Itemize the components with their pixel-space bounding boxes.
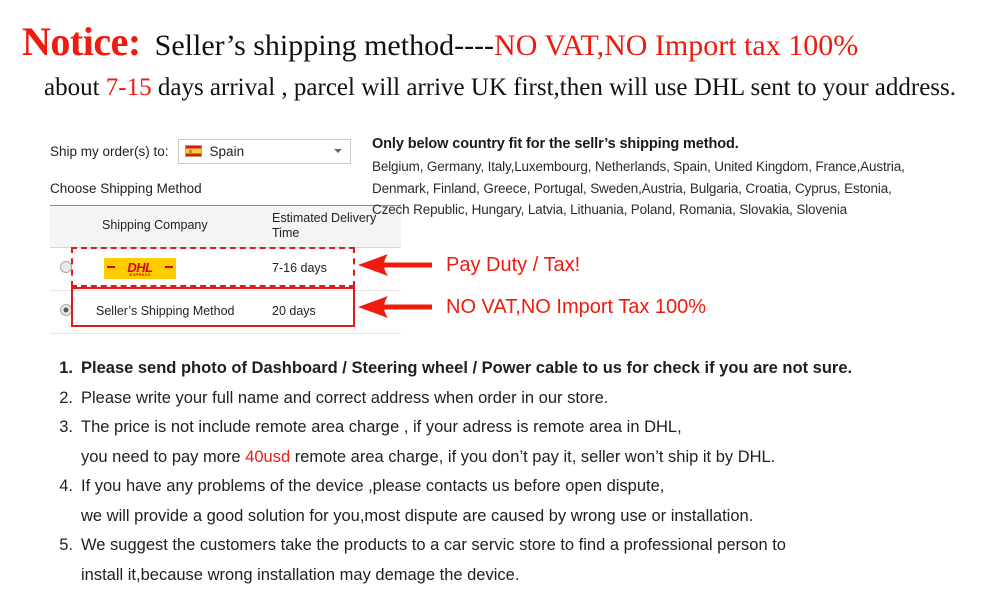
- shipping-widget: Ship my order(s) to: Spain Choose Shippi…: [50, 138, 401, 334]
- note-text: If you have any problems of the device ,…: [81, 478, 975, 524]
- notice-highlight: NO VAT,NO Import tax 100%: [494, 29, 859, 62]
- table-header-row: Shipping Company Estimated Delivery Time: [50, 205, 401, 248]
- left-arrow-icon: [358, 254, 432, 276]
- note-line: If you have any problems of the device ,…: [81, 477, 665, 495]
- shipping-method-table: Shipping Company Estimated Delivery Time…: [50, 205, 401, 334]
- note-number: 2.: [59, 388, 73, 407]
- annotation-text: Pay Duty / Tax!: [446, 254, 581, 276]
- chevron-down-icon[interactable]: [333, 149, 342, 153]
- dhl-bar-left: [107, 266, 115, 268]
- country-info-line: Czech Republic, Hungary, Latvia, Lithuan…: [372, 202, 847, 218]
- table-body: DHL EXPRESS 7-16 days Seller’s Shipping …: [50, 247, 401, 333]
- country-select-value: Spain: [209, 143, 245, 159]
- note-item: 3. The price is not include remote area …: [55, 419, 975, 465]
- about-days-range: 7-15: [105, 74, 152, 101]
- radio-seller-method[interactable]: [60, 303, 72, 316]
- note-text: Please send photo of Dashboard / Steerin…: [81, 360, 975, 377]
- about-suffix: days arrival , parcel will arrive UK fir…: [151, 74, 957, 101]
- country-info-title: Only below country fit for the sellr’s s…: [372, 136, 739, 152]
- note-item: 2. Please write your full name and corre…: [55, 388, 975, 407]
- ship-to-label: Ship my order(s) to:: [50, 143, 169, 159]
- note-text: We suggest the customers take the produc…: [81, 537, 975, 583]
- note-line: The price is not include remote area cha…: [81, 418, 682, 436]
- note-item: 5. We suggest the customers take the pro…: [55, 537, 975, 583]
- notice-keyword: Notice:: [22, 19, 141, 64]
- radio-dhl[interactable]: [60, 260, 72, 273]
- note-line: Please send photo of Dashboard / Steerin…: [81, 359, 853, 377]
- annotation-no-vat: NO VAT,NO Import Tax 100%: [358, 294, 706, 320]
- note-number: 3.: [59, 418, 73, 436]
- note-text: Please write your full name and correct …: [81, 388, 975, 407]
- note-number: 4.: [59, 477, 73, 495]
- column-header-company: Shipping Company: [102, 218, 208, 233]
- about-prefix: about: [43, 74, 106, 101]
- table-header: Shipping Company Estimated Delivery Time: [50, 205, 401, 248]
- country-info-line: Denmark, Finland, Greece, Portugal, Swed…: [372, 180, 892, 196]
- notice-heading: Notice: Seller’s shipping method----NO VA…: [0, 18, 1000, 65]
- row-company-cell: Seller’s Shipping Method: [86, 290, 266, 333]
- country-info-line: Belgium, Germany, Italy,Luxembourg, Neth…: [372, 158, 905, 174]
- country-info-block: Only below country fit for the sellr’s s…: [372, 134, 972, 221]
- note-line: we will provide a good solution for you,…: [81, 506, 754, 525]
- notice-subject: Seller’s shipping method----: [154, 29, 495, 62]
- note-number: 5.: [59, 536, 73, 554]
- note-line: Please write your full name and correct …: [81, 388, 609, 407]
- ship-to-row: Ship my order(s) to: Spain: [50, 138, 355, 164]
- column-header-select: [50, 206, 86, 248]
- row-select-cell[interactable]: [50, 247, 86, 290]
- annotation-text: NO VAT,NO Import Tax 100%: [446, 296, 707, 318]
- remote-area-fee: 40usd: [245, 447, 291, 466]
- note-line: install it,because wrong installation ma…: [81, 565, 520, 584]
- note-item: 1. Please send photo of Dashboard / Stee…: [55, 360, 975, 377]
- left-arrow-icon: [358, 296, 432, 318]
- annotation-pay-duty: Pay Duty / Tax!: [358, 252, 580, 278]
- choose-shipping-method-label: Choose Shipping Method: [50, 181, 202, 196]
- dhl-logo-icon: DHL EXPRESS: [104, 258, 176, 279]
- note-number: 1.: [59, 359, 73, 377]
- note-text: The price is not include remote area cha…: [81, 419, 975, 465]
- dhl-logo-subtext: EXPRESS: [129, 272, 151, 278]
- note-line: you need to pay more 40usd remote area c…: [81, 447, 975, 466]
- row-select-cell[interactable]: [50, 290, 86, 333]
- spain-flag-icon: [184, 145, 202, 157]
- table-row[interactable]: Seller’s Shipping Method 20 days: [50, 290, 401, 333]
- dhl-bar-right: [165, 266, 173, 268]
- note-line-prefix: you need to pay more: [81, 447, 246, 466]
- delivery-time-heading: about 7-15 days arrival , parcel will ar…: [0, 74, 1000, 102]
- seller-method-label: Seller’s Shipping Method: [96, 304, 235, 318]
- country-select[interactable]: Spain: [177, 138, 351, 164]
- notes-list: 1. Please send photo of Dashboard / Stee…: [55, 360, 975, 596]
- note-item: 4. If you have any problems of the devic…: [55, 478, 975, 524]
- note-line: We suggest the customers take the produc…: [81, 536, 786, 554]
- note-line-suffix: remote area charge, if you don’t pay it,…: [290, 447, 776, 466]
- table-row[interactable]: DHL EXPRESS 7-16 days: [50, 247, 401, 290]
- row-company-cell: DHL EXPRESS: [86, 247, 266, 290]
